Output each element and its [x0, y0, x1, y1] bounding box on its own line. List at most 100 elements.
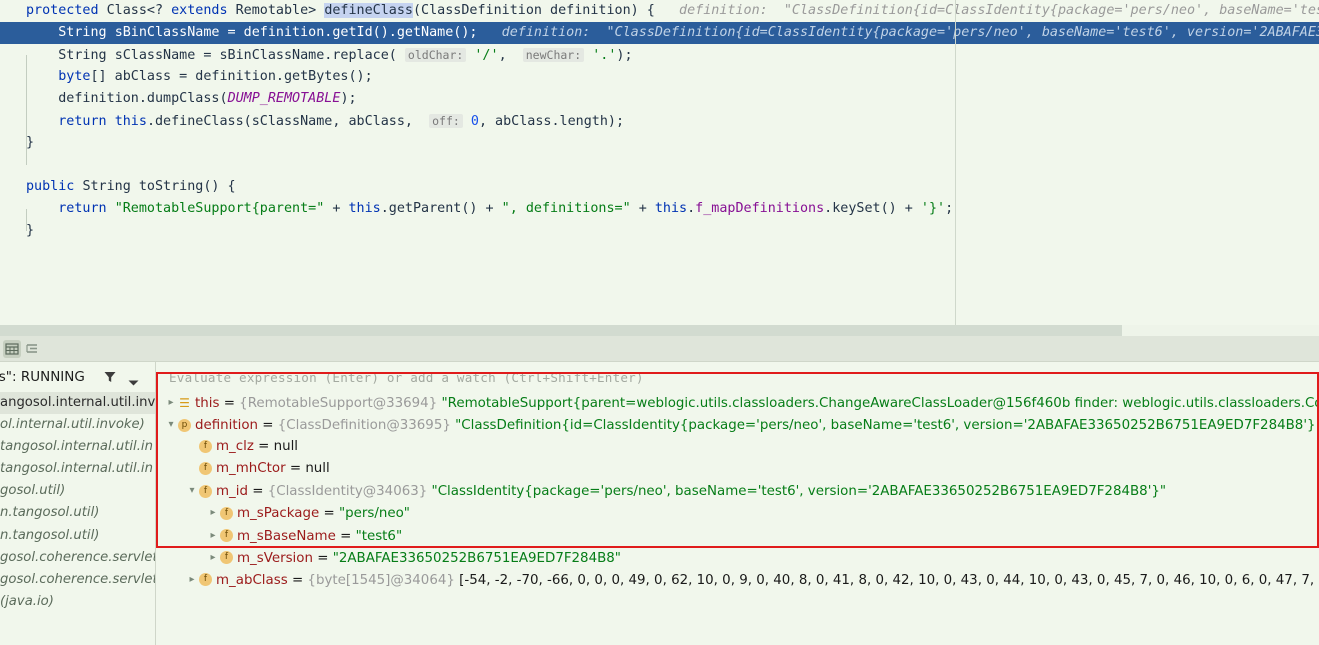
variable-value: "2ABAFAE33650252B6751EA9ED7F284B8": [332, 550, 621, 566]
line-blank-1[interactable]: [0, 154, 1319, 176]
stack-frame-label: gosol.util): [0, 483, 66, 499]
var-definition[interactable]: ▾ p definition = {ClassDefinition@33695} "…: [156, 414, 1319, 436]
code-token: ", definitions=": [501, 201, 631, 216]
variable-equals: =: [253, 439, 274, 455]
code-token: }: [26, 223, 35, 238]
chevron-right-icon[interactable]: ▸: [206, 525, 220, 547]
chevron-right-icon[interactable]: ▸: [206, 502, 220, 524]
code-token: this: [114, 114, 147, 129]
stack-frame-item[interactable]: angosol.internal.util.invo: [0, 392, 155, 415]
var-this[interactable]: ▸ ☰ this = {RemotableSupport@33694} "Remot…: [156, 392, 1319, 414]
chevron-right-icon[interactable]: ▸: [206, 547, 220, 569]
code-token: +: [324, 201, 349, 216]
frames-header: ls": RUNNING: [0, 362, 155, 392]
variable-name: m_sVersion: [237, 550, 313, 566]
code-token: .keySet() +: [824, 201, 921, 216]
evaluate-expression-placeholder[interactable]: Evaluate expression (Enter) or add a wat…: [169, 370, 644, 385]
var-m-mhctor[interactable]: f m_mhCtor = null: [156, 458, 1319, 480]
stack-frame-label: gosol.coherence.servlet: [0, 549, 155, 565]
variable-value: "test6": [355, 528, 403, 544]
chevron-down-icon[interactable]: ▾: [164, 414, 178, 436]
line-close-brace-2[interactable]: }: [0, 220, 1319, 242]
editor-hscroll-thumb[interactable]: [0, 325, 1122, 336]
line-define-class-signature[interactable]: protected Class<? extends Remotable> def…: [0, 0, 1319, 22]
variable-equals: =: [312, 550, 333, 566]
code-token: DUMP_REMOTABLE: [227, 91, 341, 106]
line-return-define-class[interactable]: return this.defineClass(sClassName, abCl…: [0, 110, 1319, 132]
variable-equals: =: [219, 396, 240, 412]
stack-frame-item[interactable]: (java.io): [0, 591, 155, 613]
stack-frame-label: angosol.internal.util.invo: [0, 395, 155, 410]
code-lines[interactable]: protected Class<? extends Remotable> def…: [0, 0, 1319, 242]
chevron-down-icon[interactable]: ▾: [185, 480, 199, 502]
variable-name: m_id: [216, 484, 248, 500]
code-token: .defineClass(sClassName, abClass,: [146, 114, 430, 129]
filter-icon[interactable]: [103, 369, 117, 388]
code-token: byte: [58, 69, 91, 84]
chevron-down-icon[interactable]: [128, 372, 139, 391]
stack-frame-item[interactable]: gosol.coherence.servlet: [0, 569, 155, 591]
line-to-string-return[interactable]: return "RemotableSupport{parent=" + this…: [0, 198, 1319, 220]
group-by-icon[interactable]: [23, 340, 41, 358]
stack-frame-item[interactable]: n.tangosol.util): [0, 525, 155, 547]
chevron-right-icon[interactable]: ▸: [185, 569, 199, 591]
chevron-right-icon[interactable]: ▸: [164, 392, 178, 414]
variable-type: {ClassIdentity@34063}: [267, 484, 428, 500]
variable-equals: =: [285, 461, 306, 477]
var-m-sversion[interactable]: ▸ f m_sVersion = "2ABAFAE33650252B6751EA9E…: [156, 547, 1319, 569]
variable-value: "pers/neo": [338, 506, 410, 522]
var-m-clz[interactable]: f m_clz = null: [156, 436, 1319, 458]
code-token: +: [630, 201, 655, 216]
var-m-sbasename[interactable]: ▸ f m_sBaseName = "test6": [156, 525, 1319, 547]
line-get-bytes[interactable]: byte[] abClass = definition.getBytes();: [0, 66, 1319, 88]
stack-frame-item[interactable]: tangosol.internal.util.in: [0, 458, 155, 480]
code-token: .: [687, 201, 696, 216]
code-token: );: [616, 48, 633, 63]
editor-horizontal-scrollbar[interactable]: [0, 325, 1319, 336]
stack-frame-item[interactable]: n.tangosol.util): [0, 502, 155, 524]
inline-parameter-hint: definition: "ClassDefinition{id=ClassIde…: [679, 3, 1319, 18]
code-token: .getParent() +: [380, 201, 502, 216]
code-token: );: [340, 91, 357, 106]
variable-equals: =: [258, 418, 278, 434]
variable-value: "ClassDefinition{id=ClassIdentity{packag…: [455, 418, 1319, 434]
stack-frame-item[interactable]: ol.internal.util.invoke): [0, 414, 155, 436]
stack-frame-item[interactable]: tangosol.internal.util.in: [0, 436, 155, 458]
code-token: return: [58, 114, 115, 129]
code-token: String: [82, 179, 139, 194]
variable-value: null: [305, 461, 330, 477]
layout-table-icon[interactable]: [3, 340, 21, 358]
stack-frame-label: ol.internal.util.invoke): [0, 417, 145, 433]
line-to-string-signature[interactable]: public String toString() {: [0, 176, 1319, 198]
evaluate-expression-bar[interactable]: Evaluate expression (Enter) or add a wat…: [156, 362, 1319, 392]
variable-type: {byte[1545]@34064}: [307, 572, 455, 588]
line-dump-class[interactable]: definition.dumpClass(DUMP_REMOTABLE);: [0, 88, 1319, 110]
stack-frame-item[interactable]: gosol.util): [0, 480, 155, 502]
code-token: }: [26, 135, 35, 150]
var-m-spackage[interactable]: ▸ f m_sPackage = "pers/neo": [156, 502, 1319, 524]
variable-equals: =: [247, 484, 268, 500]
thread-status-label: ls": RUNNING: [0, 369, 85, 385]
code-token: protected: [26, 3, 107, 18]
code-editor[interactable]: protected Class<? extends Remotable> def…: [0, 0, 1319, 318]
line-close-brace-1[interactable]: }: [0, 132, 1319, 154]
editor-vertical-rule: [955, 0, 956, 330]
line-class-name-replace[interactable]: String sClassName = sBinClassName.replac…: [0, 44, 1319, 66]
stack-frame-label: tangosol.internal.util.in: [0, 461, 153, 477]
code-token: sBinClassName = definition.getId().getNa…: [114, 25, 478, 40]
line-bin-class-name[interactable]: String sBinClassName = definition.getId(…: [0, 22, 1319, 44]
parameter-badge-icon: p: [178, 418, 191, 432]
code-token: '}': [920, 201, 946, 216]
field-badge-icon: f: [199, 573, 212, 587]
var-m-id[interactable]: ▾ f m_id = {ClassIdentity@34063} "ClassIde…: [156, 480, 1319, 502]
code-token: 0: [470, 114, 479, 129]
stack-frame-item[interactable]: gosol.coherence.servlet: [0, 547, 155, 569]
var-m-abclass[interactable]: ▸ f m_abClass = {byte[1545]@34064} [-54, -…: [156, 569, 1319, 591]
variable-name: m_abClass: [216, 572, 288, 588]
code-token: String: [58, 48, 115, 63]
stack-frames-list[interactable]: angosol.internal.util.invo ol.internal.ut…: [0, 392, 155, 645]
variables-tree[interactable]: ▸ ☰ this = {RemotableSupport@33694} "Remot…: [156, 392, 1319, 645]
code-token: this: [348, 201, 381, 216]
variable-equals: =: [335, 528, 356, 544]
